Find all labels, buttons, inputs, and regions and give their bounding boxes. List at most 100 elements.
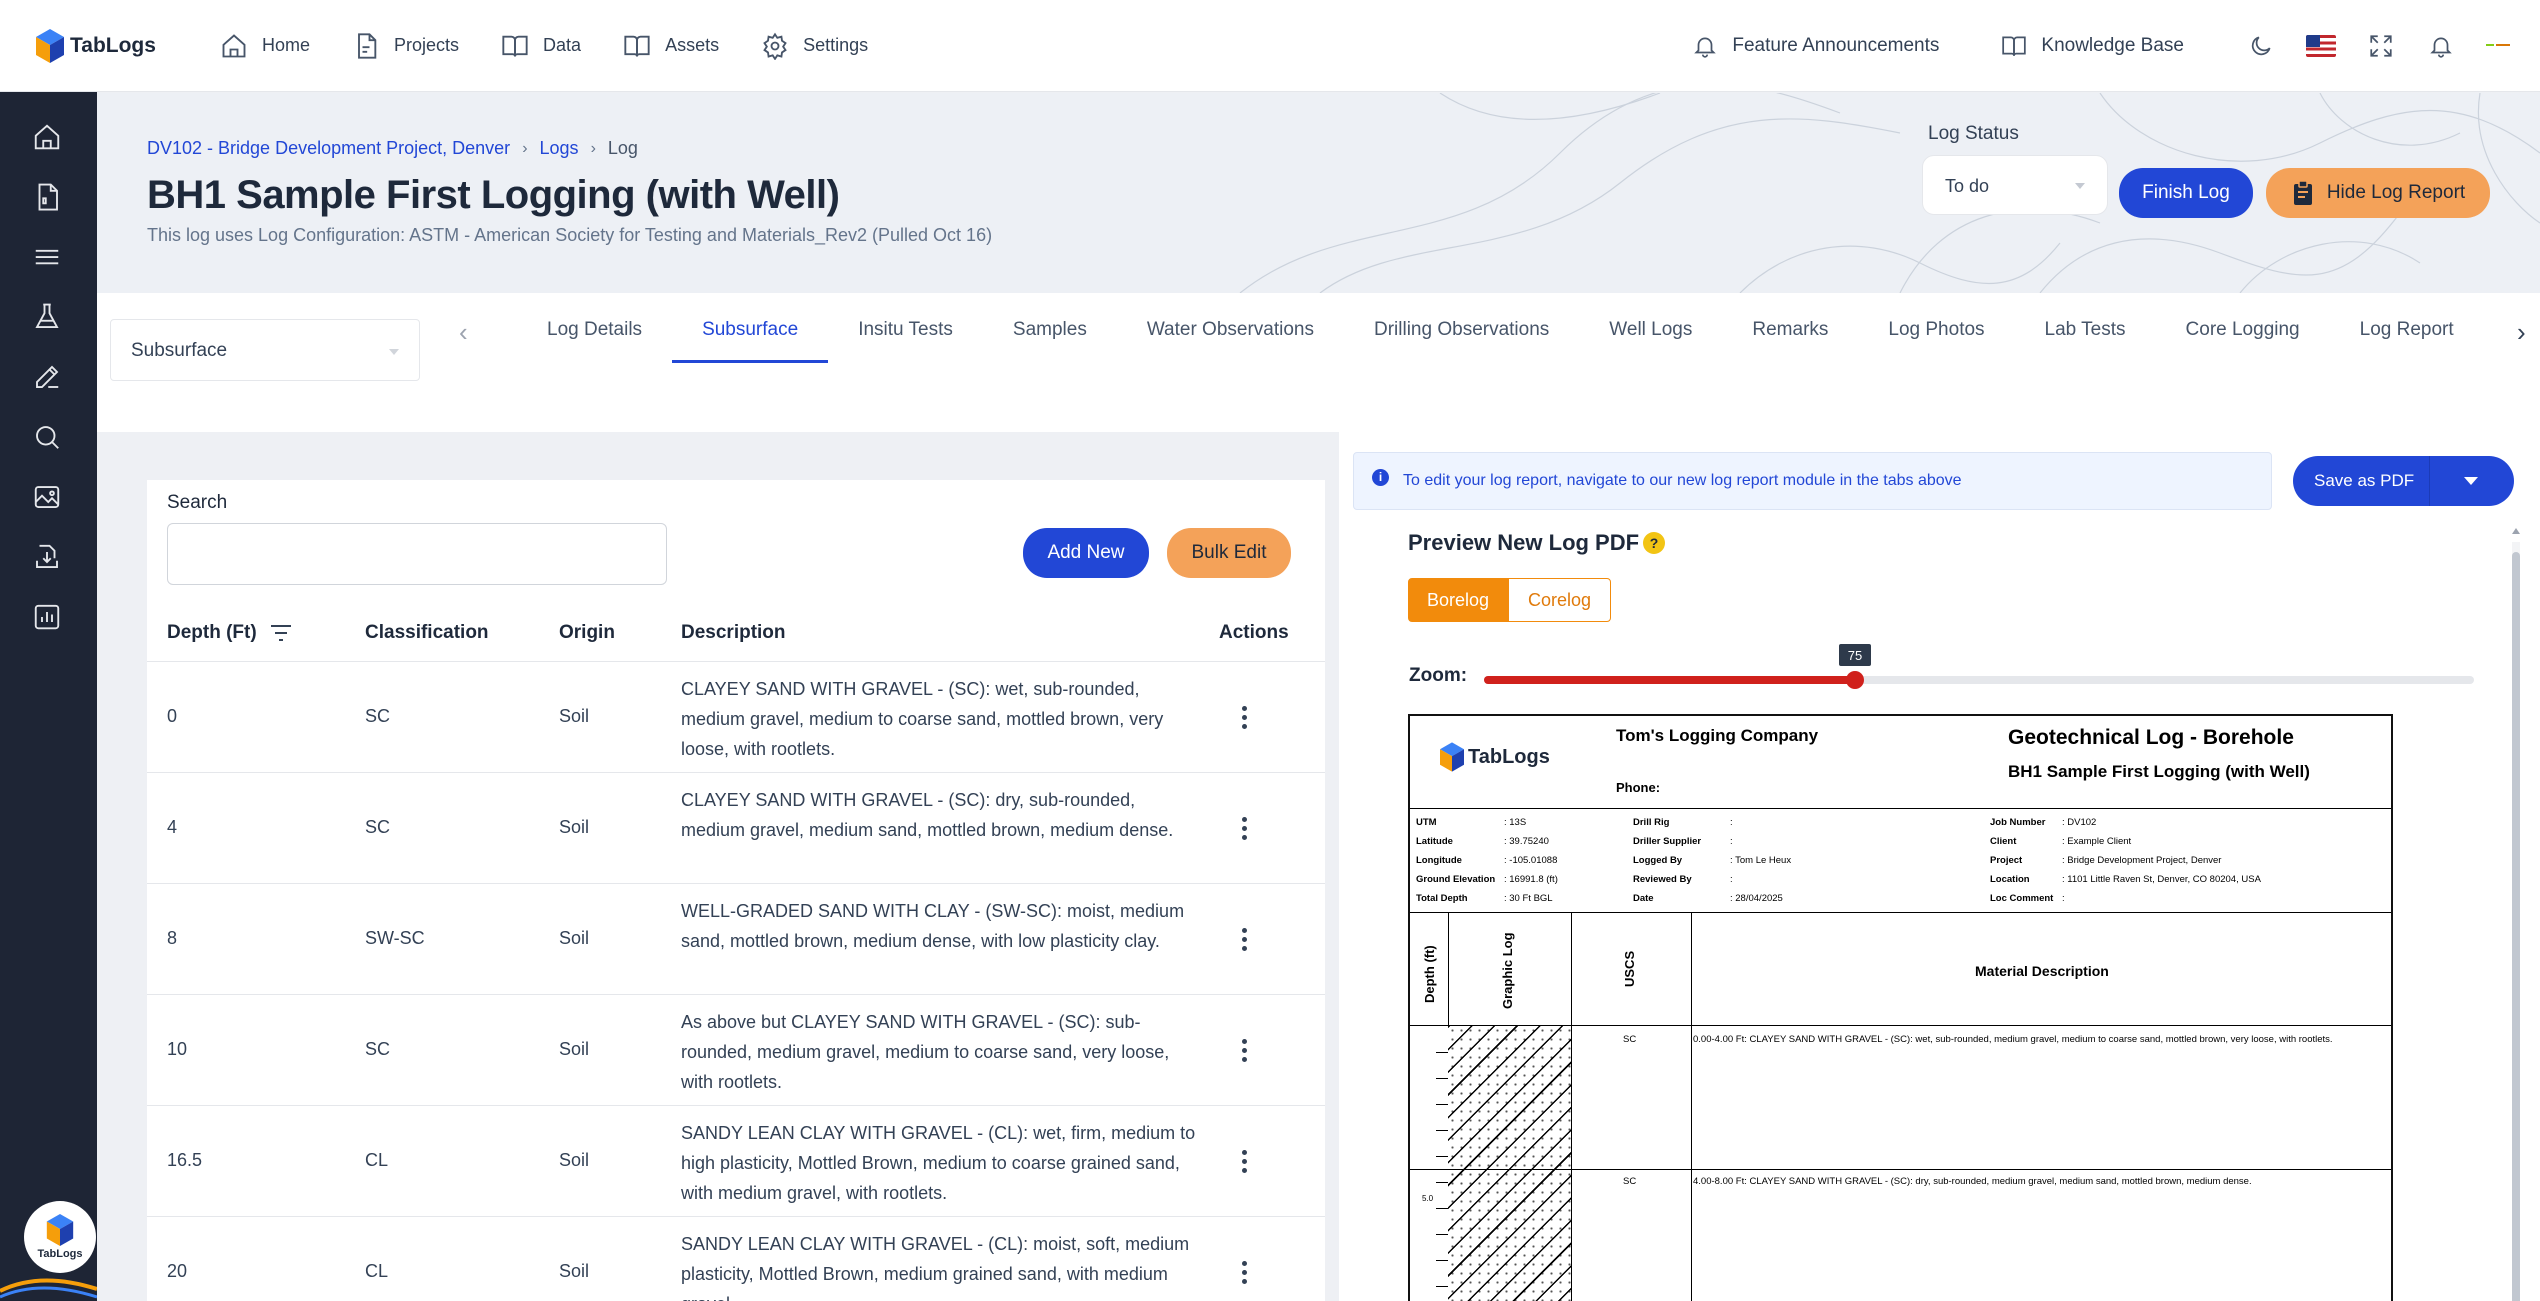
book-icon xyxy=(2002,36,2027,56)
tab-drilling-observations[interactable]: Drilling Observations xyxy=(1344,293,1579,363)
sidebar-item-images[interactable] xyxy=(32,482,62,512)
chevron-down-icon[interactable] xyxy=(2464,477,2478,485)
table-row[interactable]: 4 SC Soil CLAYEY SAND WITH GRAVEL - (SC)… xyxy=(147,773,1325,884)
add-new-button[interactable]: Add New xyxy=(1023,528,1149,578)
section-select-value: Subsurface xyxy=(131,340,228,361)
meta-key: Job Number xyxy=(1990,817,2046,828)
page-header: DV102 - Bridge Development Project, Denv… xyxy=(97,93,2540,293)
row-actions-kebab-icon[interactable] xyxy=(1240,817,1248,845)
meta-value: : -105.01088 xyxy=(1504,855,1558,866)
row-actions-kebab-icon[interactable] xyxy=(1240,1039,1248,1067)
corelog-toggle[interactable]: Corelog xyxy=(1508,578,1611,622)
meta-value: : Bridge Development Project, Denver xyxy=(2062,855,2222,866)
table-row[interactable]: 16.5 CL Soil SANDY LEAN CLAY WITH GRAVEL… xyxy=(147,1106,1325,1217)
sidebar-item-projects[interactable] xyxy=(32,182,62,212)
tabs-scroll-right-icon[interactable]: › xyxy=(2517,317,2526,348)
tab-log-photos[interactable]: Log Photos xyxy=(1858,293,2014,363)
row-actions-kebab-icon[interactable] xyxy=(1240,928,1248,956)
column-header-actions: Actions xyxy=(1219,622,1289,643)
sidebar-item-lab[interactable] xyxy=(32,302,62,332)
avatar-icon xyxy=(2486,44,2510,46)
row-depth: 8 xyxy=(167,928,178,948)
depth-tick xyxy=(1436,1078,1448,1079)
tab-insitu-tests[interactable]: Insitu Tests xyxy=(828,293,983,363)
sidebar-item-edit[interactable] xyxy=(32,362,62,392)
meta-row: Client: Example Client xyxy=(1990,836,2261,855)
log-report-panel: i To edit your log report, navigate to o… xyxy=(1339,432,2540,1301)
notifications-button[interactable] xyxy=(2426,31,2456,61)
doc-metadata: UTM: 13S Latitude: 39.75240 Longitude: -… xyxy=(1410,809,2391,913)
tab-lab-tests[interactable]: Lab Tests xyxy=(2015,293,2156,363)
log-pdf-document: TabLogs Tom's Logging Company Phone: Geo… xyxy=(1408,714,2393,1301)
column-header-classification: Classification xyxy=(365,622,489,643)
nav-settings[interactable]: Settings xyxy=(761,32,868,60)
scrollbar-thumb[interactable] xyxy=(2512,552,2520,1301)
tab-core-logging[interactable]: Core Logging xyxy=(2156,293,2330,363)
search-input[interactable] xyxy=(167,523,667,585)
language-selector[interactable] xyxy=(2306,31,2336,61)
doc-logo-text: TabLogs xyxy=(1468,745,1550,768)
tab-subsurface[interactable]: Subsurface xyxy=(672,293,829,363)
tab-log-details[interactable]: Log Details xyxy=(517,293,672,363)
scroll-up-arrow-icon[interactable] xyxy=(2512,528,2520,534)
moon-icon xyxy=(2251,36,2271,56)
sidebar-item-home[interactable] xyxy=(32,122,62,152)
depth-tick xyxy=(1436,1104,1448,1105)
sidebar-item-download[interactable] xyxy=(32,542,62,572)
sidebar-item-list[interactable] xyxy=(32,242,62,272)
knowledge-base-label: Knowledge Base xyxy=(2041,35,2184,56)
user-avatar[interactable] xyxy=(2486,37,2510,55)
table-row[interactable]: 20 CL Soil SANDY LEAN CLAY WITH GRAVEL -… xyxy=(147,1217,1325,1301)
breadcrumb-logs-link[interactable]: Logs xyxy=(540,138,579,159)
tab-well-logs[interactable]: Well Logs xyxy=(1579,293,1722,363)
knowledge-base-link[interactable]: Knowledge Base xyxy=(2001,33,2184,59)
zoom-slider[interactable]: 75 xyxy=(1484,644,2474,689)
bulk-edit-button[interactable]: Bulk Edit xyxy=(1167,528,1291,578)
home-icon xyxy=(222,33,246,57)
sidebar-item-search[interactable] xyxy=(32,422,62,452)
info-banner-text: To edit your log report, navigate to our… xyxy=(1403,472,1962,489)
table-row[interactable]: 10 SC Soil As above but CLAYEY SAND WITH… xyxy=(147,995,1325,1106)
meta-value: : xyxy=(1730,817,1733,828)
button-divider xyxy=(2429,456,2430,506)
section-select[interactable]: Subsurface xyxy=(110,319,420,381)
feature-announcements-link[interactable]: Feature Announcements xyxy=(1692,33,1939,59)
save-as-pdf-button[interactable]: Save as PDF xyxy=(2293,456,2514,506)
tab-water-observations[interactable]: Water Observations xyxy=(1117,293,1344,363)
row-actions-kebab-icon[interactable] xyxy=(1240,1261,1248,1289)
dark-mode-toggle[interactable] xyxy=(2246,31,2276,61)
filter-icon[interactable] xyxy=(269,623,293,643)
depth-tick xyxy=(1436,1234,1448,1235)
nav-home[interactable]: Home xyxy=(220,32,310,60)
borelog-toggle[interactable]: Borelog xyxy=(1408,578,1508,622)
hide-log-report-button[interactable]: Hide Log Report xyxy=(2266,168,2490,218)
sidebar-item-reports[interactable] xyxy=(32,602,62,632)
expand-icon xyxy=(2370,35,2392,57)
tab-log-report[interactable]: Log Report xyxy=(2330,293,2484,363)
brand[interactable]: TabLogs xyxy=(36,28,186,63)
nav-projects[interactable]: Projects xyxy=(352,32,459,60)
table-row[interactable]: 8 SW-SC Soil WELL-GRADED SAND WITH CLAY … xyxy=(147,884,1325,995)
save-as-pdf-label[interactable]: Save as PDF xyxy=(2293,471,2429,491)
tab-remarks[interactable]: Remarks xyxy=(1722,293,1858,363)
meta-row: Ground Elevation: 16991.8 (ft) xyxy=(1416,874,1558,893)
help-icon[interactable]: ? xyxy=(1643,532,1666,554)
fullscreen-button[interactable] xyxy=(2366,31,2396,61)
table-row[interactable]: 0 SC Soil CLAYEY SAND WITH GRAVEL - (SC)… xyxy=(147,662,1325,773)
book-icon xyxy=(624,35,650,57)
nav-data[interactable]: Data xyxy=(501,32,581,60)
nav-assets[interactable]: Assets xyxy=(623,32,719,60)
column-header-depth[interactable]: Depth (Ft) xyxy=(167,622,293,644)
zoom-slider-handle[interactable] xyxy=(1846,671,1864,689)
finish-log-button[interactable]: Finish Log xyxy=(2119,168,2253,218)
tabs-scroll-left-icon[interactable]: ‹ xyxy=(459,317,468,348)
log-status-select[interactable]: To do xyxy=(1922,155,2108,215)
breadcrumb-project-link[interactable]: DV102 - Bridge Development Project, Denv… xyxy=(147,138,510,159)
book-icon xyxy=(502,35,528,57)
preview-scrollbar[interactable] xyxy=(2512,542,2520,1301)
tab-samples[interactable]: Samples xyxy=(983,293,1117,363)
row-actions-kebab-icon[interactable] xyxy=(1240,706,1248,734)
meta-key: Location xyxy=(1990,874,2030,885)
row-actions-kebab-icon[interactable] xyxy=(1240,1150,1248,1178)
meta-key: Date xyxy=(1633,893,1654,904)
